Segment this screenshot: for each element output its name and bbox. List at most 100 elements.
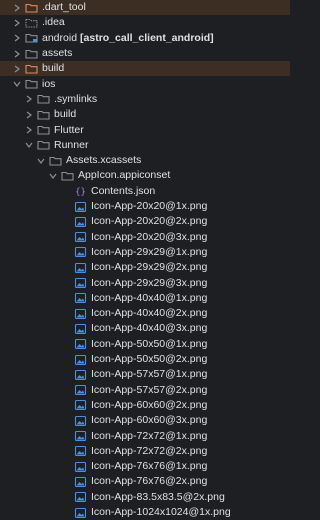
tree-item-image-file[interactable]: Icon-App-83.5x83.5@2x.png (0, 490, 290, 505)
tree-item-image-file[interactable]: Icon-App-40x40@1x.png (0, 291, 290, 306)
tree-item-label: Icon-App-29x29@1x.png (91, 245, 208, 258)
image-file-icon (74, 384, 87, 396)
image-file-icon (74, 461, 87, 473)
chevron-down-icon[interactable] (36, 155, 46, 167)
tree-item-image-file[interactable]: Icon-App-57x57@1x.png (0, 367, 290, 382)
tree-item-label: Icon-App-76x76@1x.png (91, 460, 208, 473)
module-name: [astro_call_client_android] (80, 31, 214, 44)
tree-item-image-file[interactable]: Icon-App-60x60@3x.png (0, 413, 290, 428)
svg-text:{}: {} (75, 188, 86, 198)
folder-icon (37, 109, 50, 121)
tree-item-label: Flutter (54, 123, 84, 136)
folder-icon (61, 170, 74, 182)
tree-item-label: build (54, 108, 77, 121)
tree-item-label: Icon-App-57x57@1x.png (91, 368, 208, 381)
image-file-icon (74, 246, 87, 258)
tree-item-label: Icon-App-50x50@1x.png (91, 337, 208, 350)
chevron-right-icon[interactable] (24, 124, 34, 136)
image-file-icon (74, 262, 87, 274)
tree-item-label: .dart_tool (42, 1, 86, 14)
tree-item-label: Icon-App-1024x1024@1x.png (91, 506, 231, 519)
image-file-icon (74, 491, 87, 503)
tree-item-label: build (42, 62, 65, 75)
tree-item-label: Icon-App-60x60@2x.png (91, 398, 208, 411)
tree-item-label: Icon-App-29x29@2x.png (91, 261, 208, 274)
tree-item-image-file[interactable]: Icon-App-50x50@1x.png (0, 337, 290, 352)
image-file-icon (74, 216, 87, 228)
chevron-right-icon[interactable] (24, 109, 34, 121)
chevron-right-icon[interactable] (24, 93, 34, 105)
tree-item-image-file[interactable]: Icon-App-29x29@2x.png (0, 260, 290, 275)
tree-item-label: Contents.json (91, 184, 156, 197)
tree-item-contents-json[interactable]: {} Contents.json (0, 184, 290, 199)
tree-item-flutter[interactable]: Flutter (0, 122, 290, 137)
tree-item-image-file[interactable]: Icon-App-72x72@2x.png (0, 444, 290, 459)
tree-item-label: Icon-App-29x29@3x.png (91, 276, 208, 289)
image-file-icon (74, 308, 87, 320)
tree-item-label: assets (42, 47, 73, 60)
tree-item-label: Icon-App-72x72@2x.png (91, 444, 208, 457)
tree-item-image-file[interactable]: Icon-App-20x20@3x.png (0, 230, 290, 245)
tree-item-image-file[interactable]: Icon-App-50x50@2x.png (0, 352, 290, 367)
folder-icon (37, 124, 50, 136)
image-file-icon (74, 354, 87, 366)
tree-item-build[interactable]: build (0, 61, 290, 77)
tree-item-appiconset[interactable]: AppIcon.appiconset (0, 168, 290, 183)
image-file-icon (74, 430, 87, 442)
folder-icon (49, 155, 62, 167)
tree-item-label: Icon-App-40x40@3x.png (91, 322, 208, 335)
tree-item-label: Icon-App-72x72@1x.png (91, 429, 208, 442)
tree-item-image-file[interactable]: Icon-App-72x72@1x.png (0, 428, 290, 443)
tree-item-label: Icon-App-57x57@2x.png (91, 383, 208, 396)
tree-item-label: .symlinks (54, 92, 98, 105)
tree-item-label: Icon-App-40x40@2x.png (91, 307, 208, 320)
tree-item-label: Icon-App-76x76@2x.png (91, 475, 208, 488)
tree-item-image-file[interactable]: Icon-App-20x20@2x.png (0, 214, 290, 229)
tree-item-label: Icon-App-20x20@2x.png (91, 215, 208, 228)
tree-item-label: Runner (54, 138, 89, 151)
tree-item-runner[interactable]: Runner (0, 138, 290, 153)
tree-item-label: Assets.xcassets (66, 154, 142, 167)
chevron-down-icon[interactable] (12, 78, 22, 90)
tree-item-assets[interactable]: assets (0, 46, 290, 61)
tree-item-ios[interactable]: ios (0, 77, 290, 92)
tree-item-android[interactable]: android [astro_call_client_android] (0, 31, 290, 46)
image-file-icon (74, 323, 87, 335)
tree-item-image-file[interactable]: Icon-App-40x40@3x.png (0, 321, 290, 336)
tree-item-label: Icon-App-40x40@1x.png (91, 291, 208, 304)
tree-item-image-file[interactable]: Icon-App-76x76@2x.png (0, 474, 290, 489)
tree-item-image-file[interactable]: Icon-App-29x29@1x.png (0, 245, 290, 260)
tree-item-label: Icon-App-20x20@3x.png (91, 230, 208, 243)
excluded-folder-icon (25, 2, 38, 14)
tree-item-idea[interactable]: .idea (0, 15, 290, 30)
tree-item-image-file[interactable]: Icon-App-57x57@2x.png (0, 383, 290, 398)
image-file-icon (74, 507, 87, 519)
tree-item-dart-tool[interactable]: .dart_tool (0, 0, 290, 16)
tree-item-image-file[interactable]: Icon-App-40x40@2x.png (0, 306, 290, 321)
tree-item-image-file[interactable]: Icon-App-20x20@1x.png (0, 199, 290, 214)
chevron-right-icon[interactable] (12, 2, 22, 14)
tree-item-label: android (42, 31, 78, 44)
image-file-icon (74, 415, 87, 427)
tree-item-label: Icon-App-83.5x83.5@2x.png (91, 490, 225, 503)
tree-item-label: ios (42, 77, 56, 90)
module-folder-icon (25, 32, 38, 44)
image-file-icon (74, 399, 87, 411)
tree-item-image-file[interactable]: Icon-App-76x76@1x.png (0, 459, 290, 474)
folder-icon (25, 17, 38, 29)
project-tree: .dart_tool .idea android [astro_call_cli… (0, 0, 290, 518)
chevron-right-icon[interactable] (12, 17, 22, 29)
tree-item-symlinks[interactable]: .symlinks (0, 92, 290, 107)
tree-item-image-file[interactable]: Icon-App-60x60@2x.png (0, 398, 290, 413)
tree-item-ios-build[interactable]: build (0, 107, 290, 122)
tree-item-xcassets[interactable]: Assets.xcassets (0, 153, 290, 168)
chevron-right-icon[interactable] (12, 32, 22, 44)
tree-item-image-file[interactable]: Icon-App-29x29@3x.png (0, 275, 290, 290)
folder-icon (25, 48, 38, 60)
chevron-right-icon[interactable] (12, 48, 22, 60)
chevron-right-icon[interactable] (12, 63, 22, 75)
chevron-down-icon[interactable] (24, 139, 34, 151)
chevron-down-icon[interactable] (48, 170, 58, 182)
tree-item-image-file[interactable]: Icon-App-1024x1024@1x.png (0, 505, 290, 520)
image-file-icon (74, 338, 87, 350)
